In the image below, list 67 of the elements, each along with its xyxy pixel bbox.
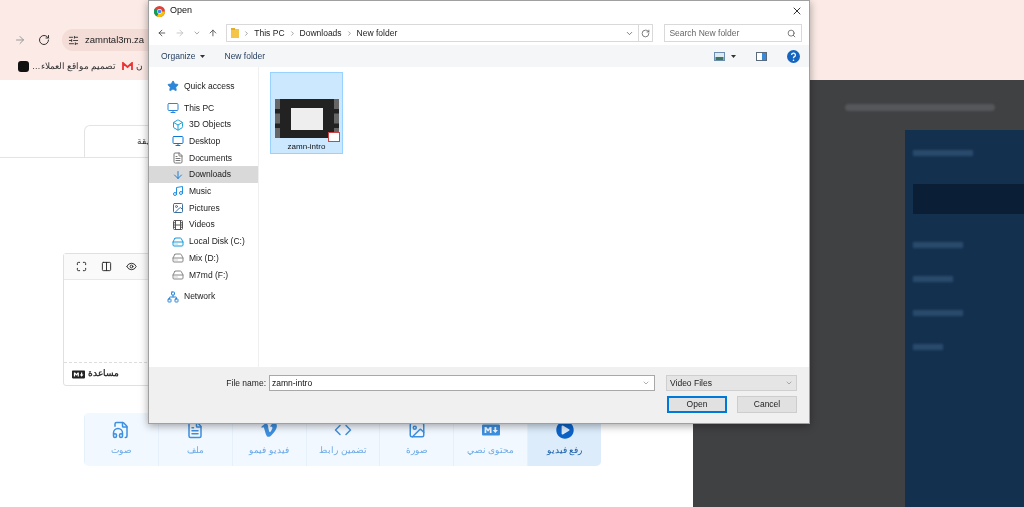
- nav-item[interactable]: Videos: [149, 216, 258, 234]
- file-item[interactable]: zamn-intro: [270, 72, 343, 154]
- nav-item[interactable]: Desktop: [149, 133, 258, 150]
- help-icon[interactable]: [787, 49, 800, 63]
- view-options-icon[interactable]: [714, 51, 725, 61]
- back-icon[interactable]: [157, 28, 167, 38]
- picture-icon: [172, 202, 184, 215]
- disk-drive-icon: [172, 235, 184, 248]
- preview-pane-icon[interactable]: [756, 51, 767, 61]
- disk-drive-icon: [172, 268, 184, 281]
- dialog-title: Open: [170, 4, 193, 18]
- nav-item[interactable]: Downloads: [149, 166, 258, 184]
- chevron-icon: [345, 29, 353, 37]
- network-icon: [167, 290, 179, 303]
- app-logo-icon: [18, 60, 29, 72]
- document-icon: [172, 152, 184, 165]
- file-icon: [186, 421, 205, 440]
- dropdown-caret-icon: [785, 379, 793, 387]
- close-icon[interactable]: [791, 5, 803, 17]
- chevron-icon: [243, 29, 251, 37]
- folder-icon: [231, 28, 240, 38]
- nav-item[interactable]: M7md (F:): [149, 266, 258, 284]
- chevron-icon: [288, 29, 296, 37]
- up-folder-icon[interactable]: [208, 28, 219, 38]
- disk-drive-icon: [172, 252, 184, 265]
- audio-file-icon: [112, 421, 131, 440]
- caret-icon[interactable]: [731, 54, 736, 58]
- address-bar[interactable]: This PC Downloads New folder: [226, 24, 654, 42]
- nav-item[interactable]: 3D Objects: [149, 116, 258, 134]
- star-icon: [167, 80, 179, 93]
- toolbar-command[interactable]: New folder: [224, 49, 266, 63]
- search-field[interactable]: Search New folder: [664, 24, 802, 42]
- mail-logo-icon: [122, 61, 134, 71]
- desktop-icon: [172, 135, 184, 148]
- nav-item[interactable]: Quick access: [149, 78, 258, 95]
- split-view-icon[interactable]: [101, 261, 112, 272]
- file-name-field[interactable]: zamn-intro: [269, 375, 655, 391]
- site-settings-icon[interactable]: [68, 34, 79, 46]
- file-type-select[interactable]: Video Files: [666, 375, 797, 391]
- fullscreen-icon[interactable]: [76, 261, 87, 272]
- breadcrumb[interactable]: Downloads: [299, 26, 342, 40]
- vimeo-icon: [260, 421, 279, 440]
- dialog-button[interactable]: Cancel: [737, 396, 797, 413]
- bookmark[interactable]: تصميم مواقع العملاء…: [18, 59, 117, 73]
- nav-item[interactable]: Documents: [149, 149, 258, 167]
- nav-item[interactable]: Music: [149, 183, 258, 200]
- reload-icon[interactable]: [38, 34, 50, 46]
- browser-logo-icon: [154, 5, 165, 17]
- refresh-icon[interactable]: [641, 28, 651, 38]
- download-arrow-icon: [172, 168, 184, 181]
- image-icon: [407, 421, 426, 440]
- breadcrumb[interactable]: New folder: [356, 26, 398, 40]
- nav-item[interactable]: This PC: [149, 99, 258, 117]
- toolbar-command[interactable]: Organize: [161, 49, 205, 63]
- music-note-icon: [172, 185, 184, 198]
- caret-icon: [199, 54, 205, 58]
- nav-item[interactable]: Network: [149, 288, 258, 305]
- search-icon: [787, 28, 796, 38]
- nav-item[interactable]: Pictures: [149, 199, 258, 217]
- cube-icon: [172, 118, 184, 131]
- breadcrumb[interactable]: This PC: [254, 26, 285, 40]
- film-icon: [172, 218, 184, 231]
- computer-icon: [167, 102, 179, 115]
- nav-item[interactable]: Local Disk (C:): [149, 233, 258, 250]
- bookmark[interactable]: ن: [122, 59, 144, 73]
- dialog-button[interactable]: Open: [667, 396, 727, 413]
- preview-eye-icon[interactable]: [126, 261, 137, 272]
